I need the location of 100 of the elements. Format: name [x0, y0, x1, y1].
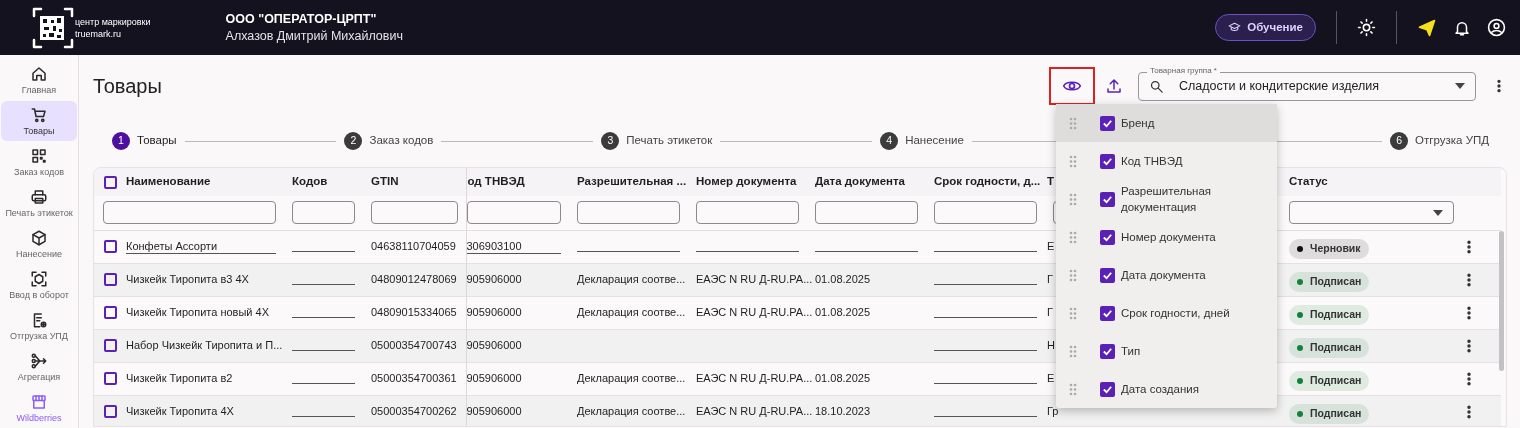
status-badge: Подписан — [1289, 337, 1370, 358]
filter-field[interactable] — [466, 201, 561, 225]
menu-item[interactable]: Код ТНВЭД — [1056, 142, 1277, 180]
logo-icon — [32, 6, 74, 49]
menu-item[interactable]: Дата создания — [1056, 370, 1277, 408]
column-header[interactable]: Номер документа — [696, 175, 797, 188]
menu-item[interactable]: Дата документа — [1056, 256, 1277, 294]
sidebar-item[interactable]: Товары — [1, 101, 77, 141]
table-cell: Г — [1047, 306, 1053, 319]
table-cell: 18.10.2023 — [815, 405, 871, 418]
step-number[interactable]: 6 — [1390, 132, 1409, 150]
column-header[interactable]: од ТНВЭД — [467, 175, 525, 188]
drag-handle-icon — [1069, 116, 1077, 130]
checkbox[interactable] — [1100, 153, 1115, 169]
table-cell: ЕАЭС N RU Д-RU.PA... — [696, 405, 813, 418]
step-number[interactable]: 1 — [112, 132, 130, 150]
checkbox[interactable] — [104, 175, 117, 189]
user-circle-icon[interactable] — [1487, 18, 1506, 37]
sidebar-item[interactable]: Нанесение — [1, 224, 77, 264]
printer-icon — [30, 187, 48, 206]
table-cell: 01.08.2025 — [815, 306, 871, 319]
table-cell[interactable]: Конфеты Ассорти — [126, 239, 276, 254]
sidebar-item[interactable]: Агрегация — [1, 347, 77, 387]
step-label[interactable]: Товары — [137, 132, 177, 150]
column-header[interactable]: Статус — [1289, 175, 1328, 188]
table-cell: Е — [1047, 240, 1055, 253]
step-number[interactable]: 2 — [344, 132, 363, 150]
checkbox[interactable] — [1100, 305, 1115, 321]
filter-field[interactable] — [934, 201, 1037, 225]
check-icon — [1102, 117, 1113, 129]
checkbox[interactable] — [1100, 381, 1115, 397]
table-cell: 905906000 — [466, 273, 522, 286]
user-name: Алхазов Дмитрий Михайлович — [225, 27, 403, 45]
column-header[interactable]: GTIN — [371, 175, 399, 188]
checkbox[interactable] — [1100, 267, 1115, 283]
check-icon — [1102, 345, 1113, 357]
empty-value-line — [292, 317, 355, 318]
table-cell: 905906000 — [466, 306, 522, 319]
filter-field[interactable] — [292, 201, 355, 225]
drag-handle-icon — [1069, 230, 1077, 244]
checkbox[interactable] — [104, 339, 117, 352]
checkbox[interactable] — [104, 306, 117, 319]
filter-field[interactable] — [815, 201, 918, 225]
drag-handle-icon — [1069, 344, 1077, 358]
upload-icon[interactable] — [1105, 77, 1123, 95]
checkbox[interactable] — [104, 273, 117, 286]
column-header[interactable]: Дата документа — [815, 175, 905, 188]
sidebar-item[interactable]: Отгрузка УПД — [1, 306, 77, 346]
checkbox[interactable] — [104, 372, 117, 385]
check-icon — [1102, 155, 1113, 167]
table-cell: ЕАЭС N RU Д-RU.PA... — [696, 306, 813, 319]
scrollbar[interactable] — [1499, 231, 1504, 371]
checkbox[interactable] — [1100, 229, 1115, 245]
caret-down-icon — [1433, 209, 1443, 216]
menu-item[interactable]: Срок годности, дней — [1056, 294, 1277, 332]
menu-item[interactable]: Разрешительная документация — [1056, 180, 1277, 218]
filter-field[interactable] — [577, 201, 680, 225]
drag-handle-icon — [1069, 306, 1077, 320]
step-label[interactable]: Заказ кодов — [369, 132, 434, 150]
filter-field[interactable] — [696, 201, 799, 225]
sun-icon[interactable] — [1357, 18, 1376, 37]
step-label[interactable]: Отгрузка УПД — [1415, 132, 1489, 150]
sidebar-item[interactable]: Ввод в оборот — [1, 265, 77, 305]
filter-field[interactable] — [371, 201, 458, 225]
cube-icon — [30, 228, 48, 247]
sidebar-item[interactable]: Главная — [1, 60, 77, 100]
learn-button[interactable]: Обучение — [1215, 14, 1316, 41]
checkbox[interactable] — [1100, 343, 1115, 359]
sidebar-item[interactable]: Wildberries — [1, 388, 77, 428]
table-cell-text: Чизкейк Тиропита в2 — [126, 371, 233, 387]
menu-item[interactable]: Номер документа — [1056, 218, 1277, 256]
filter-field[interactable] — [103, 201, 276, 225]
table-cell: Декларация соотве... — [577, 405, 686, 418]
paper-plane-icon[interactable] — [1417, 17, 1437, 38]
table-cell[interactable]: 306903100 — [466, 239, 561, 255]
menu-item[interactable]: Бренд — [1056, 104, 1277, 142]
step-number[interactable]: 3 — [601, 132, 620, 150]
step-number[interactable]: 4 — [880, 132, 899, 150]
column-header[interactable]: Разрешительная ... — [577, 175, 687, 188]
column-header[interactable]: Наименование — [126, 173, 211, 191]
checkbox[interactable] — [104, 405, 117, 418]
filter-select[interactable] — [1289, 201, 1454, 225]
column-header[interactable]: Кодов — [292, 175, 328, 188]
check-icon — [1102, 269, 1113, 281]
sidebar-item[interactable]: Печать этикеток — [1, 183, 77, 223]
empty-value-line — [292, 416, 355, 417]
sidebar-item[interactable]: Заказ кодов — [1, 142, 77, 182]
checkbox[interactable] — [1100, 191, 1115, 207]
table-cell: 905906000 — [466, 339, 522, 352]
checkbox[interactable] — [1100, 115, 1115, 131]
cart-icon — [30, 105, 48, 124]
table-cell: 05000354700743 — [371, 339, 457, 352]
store-icon — [30, 392, 48, 411]
checkbox[interactable] — [104, 240, 117, 253]
column-header[interactable]: Срок годности, д... — [934, 175, 1041, 188]
column-header[interactable]: Т — [1047, 175, 1055, 188]
step-label[interactable]: Печать этикеток — [626, 132, 713, 150]
menu-item[interactable]: Тип — [1056, 332, 1277, 370]
caret-down-icon — [1455, 83, 1465, 89]
step-label[interactable]: Нанесение — [905, 132, 964, 150]
